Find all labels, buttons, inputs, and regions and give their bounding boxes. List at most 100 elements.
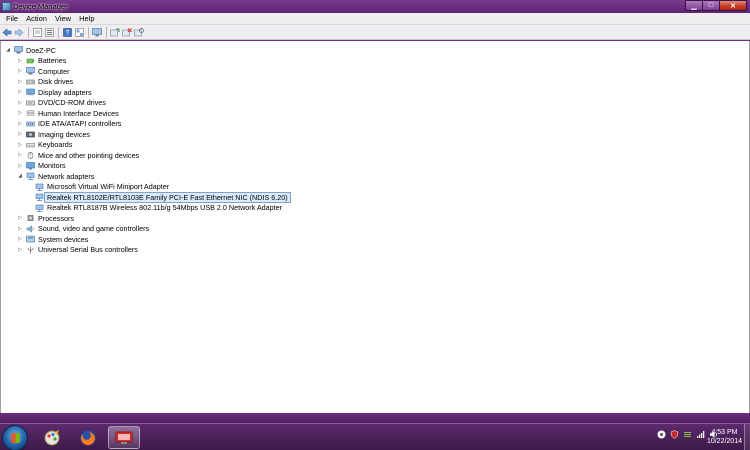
list-view-button[interactable] <box>44 27 54 37</box>
update-driver-icon <box>110 28 120 36</box>
taskbar-app-paint[interactable] <box>36 426 68 449</box>
camera-icon <box>26 131 35 138</box>
expand-icon[interactable]: ▷ <box>17 100 23 106</box>
expand-icon[interactable]: ▷ <box>17 58 23 64</box>
show-desktop-button[interactable] <box>744 424 750 450</box>
toolbar-separator <box>58 26 59 38</box>
tree-item-system-devices[interactable]: ▷ System devices <box>17 234 88 244</box>
start-button[interactable] <box>2 425 28 450</box>
paint-icon <box>44 429 60 445</box>
hid-icon <box>26 110 35 116</box>
expand-icon[interactable]: ▷ <box>17 236 23 242</box>
taskbar-clock[interactable]: 4:53 PM 10/22/2014 <box>707 428 742 446</box>
collapse-icon[interactable]: ◢ <box>17 173 23 179</box>
toolbar-separator <box>106 26 107 38</box>
expand-icon[interactable]: ▷ <box>17 79 23 85</box>
help-button[interactable]: ? <box>62 27 72 37</box>
minimize-icon: ▁ <box>691 2 697 10</box>
window-title: Device Manager <box>13 2 68 11</box>
taskbar-app-firefox[interactable] <box>72 426 104 449</box>
device-manager-icon <box>115 431 133 444</box>
shield-icon[interactable] <box>670 430 679 439</box>
window-controls: ▁ □ ✕ <box>685 0 747 11</box>
mouse-icon <box>27 152 34 159</box>
network-adapter-icon <box>35 183 44 191</box>
back-button[interactable] <box>2 27 12 37</box>
monitor-button[interactable] <box>92 27 102 37</box>
scan-hardware-icon <box>134 27 144 36</box>
expand-icon[interactable]: ▷ <box>17 226 23 232</box>
clock-time: 4:53 PM <box>711 429 738 436</box>
monitor-icon <box>26 161 35 169</box>
expand-icon[interactable]: ▷ <box>17 163 23 169</box>
firefox-icon <box>80 430 96 445</box>
expand-icon[interactable]: ▷ <box>17 247 23 253</box>
device-view-button[interactable] <box>74 27 84 37</box>
dvd-drive-icon <box>26 100 35 105</box>
collapse-icon[interactable]: ◢ <box>5 47 11 53</box>
tree-item-imaging-devices[interactable]: ▷ Imaging devices <box>17 129 90 139</box>
tree-item-network-adapters[interactable]: ◢ Network adapters <box>17 171 94 181</box>
update-driver-button[interactable] <box>110 27 120 37</box>
forward-button[interactable] <box>14 27 24 37</box>
tree-item-hid[interactable]: ▷ Human Interface Devices <box>17 108 119 118</box>
sound-icon <box>26 224 34 233</box>
expand-icon[interactable]: ▷ <box>17 110 23 116</box>
menu-action[interactable]: Action <box>22 14 51 23</box>
tree-item-processors[interactable]: ▷ Processors <box>17 213 74 223</box>
minimize-button[interactable]: ▁ <box>685 0 702 11</box>
expand-icon[interactable]: ▷ <box>17 142 23 148</box>
expand-icon[interactable]: ▷ <box>17 68 23 74</box>
ide-controller-icon <box>26 121 35 126</box>
expand-icon[interactable]: ▷ <box>17 131 23 137</box>
expand-icon[interactable]: ▷ <box>17 215 23 221</box>
title-bar[interactable]: Device Manager ▁ □ ✕ <box>0 0 750 13</box>
menu-view[interactable]: View <box>51 14 75 23</box>
close-icon: ✕ <box>730 2 736 10</box>
network-adapter-icon <box>35 193 44 201</box>
tree-item-sound-controllers[interactable]: ▷ Sound, video and game controllers <box>17 224 149 234</box>
properties-button[interactable] <box>32 27 42 37</box>
toolbar-separator <box>28 26 29 38</box>
expand-icon[interactable]: ▷ <box>17 152 23 158</box>
disk-drive-icon <box>26 79 35 84</box>
tree-item-batteries[interactable]: ▷ Batteries <box>17 56 66 66</box>
signal-icon[interactable] <box>696 430 705 439</box>
tree-item-mice[interactable]: ▷ Mice and other pointing devices <box>17 150 139 160</box>
forward-arrow-icon <box>14 27 24 37</box>
tree-item-computer[interactable]: ▷ Computer <box>17 66 70 76</box>
uninstall-button[interactable] <box>122 27 132 37</box>
tree-item-disk-drives[interactable]: ▷ Disk drives <box>17 77 73 87</box>
menu-help[interactable]: Help <box>75 14 98 23</box>
tree-item-virtual-wifi[interactable]: Microsoft Virtual WiFi Miniport Adapter <box>35 182 169 192</box>
computer-icon <box>26 67 35 75</box>
toolbar-separator <box>88 26 89 38</box>
tree-item-display-adapters[interactable]: ▷ Display adapters <box>17 87 91 97</box>
status-bar <box>0 413 750 423</box>
tree-item-keyboards[interactable]: ▷ Keyboards <box>17 140 72 150</box>
tree-item-realtek-wireless[interactable]: Realtek RTL8187B Wireless 802.11b/g 54Mb… <box>35 203 282 213</box>
processor-icon <box>27 215 34 221</box>
expand-icon[interactable]: ▷ <box>17 121 23 127</box>
tree-item-dvd-drives[interactable]: ▷ DVD/CD-ROM drives <box>17 98 106 108</box>
scan-hardware-button[interactable] <box>134 27 144 37</box>
tree-root-label: DoeZ-PC <box>26 45 56 55</box>
usb-icon <box>27 246 34 253</box>
tree-item-ide-controllers[interactable]: ▷ IDE ATA/ATAPI controllers <box>17 119 121 129</box>
battery-icon <box>26 58 34 63</box>
speaker-icon[interactable] <box>657 430 666 439</box>
taskbar-app-device-manager[interactable] <box>108 426 140 449</box>
menu-file[interactable]: File <box>2 14 22 23</box>
wifi-icon[interactable] <box>683 430 692 439</box>
menu-bar: File Action View Help <box>0 13 750 25</box>
close-button[interactable]: ✕ <box>719 0 747 11</box>
tree-item-monitors[interactable]: ▷ Monitors <box>17 161 66 171</box>
tree-root[interactable]: ◢ DoeZ-PC <box>5 45 56 55</box>
tree-item-realtek-ethernet[interactable]: Realtek RTL8102E/RTL8103E Family PCI-E F… <box>35 191 291 203</box>
display-adapter-icon <box>26 88 35 96</box>
tree-item-usb-controllers[interactable]: ▷ Universal Serial Bus controllers <box>17 245 138 255</box>
device-tree[interactable]: ◢ DoeZ-PC ▷ Batteries ▷ Computer ▷ Disk … <box>0 41 750 413</box>
back-arrow-icon <box>2 27 12 37</box>
expand-icon[interactable]: ▷ <box>17 89 23 95</box>
maximize-button[interactable]: □ <box>702 0 719 11</box>
